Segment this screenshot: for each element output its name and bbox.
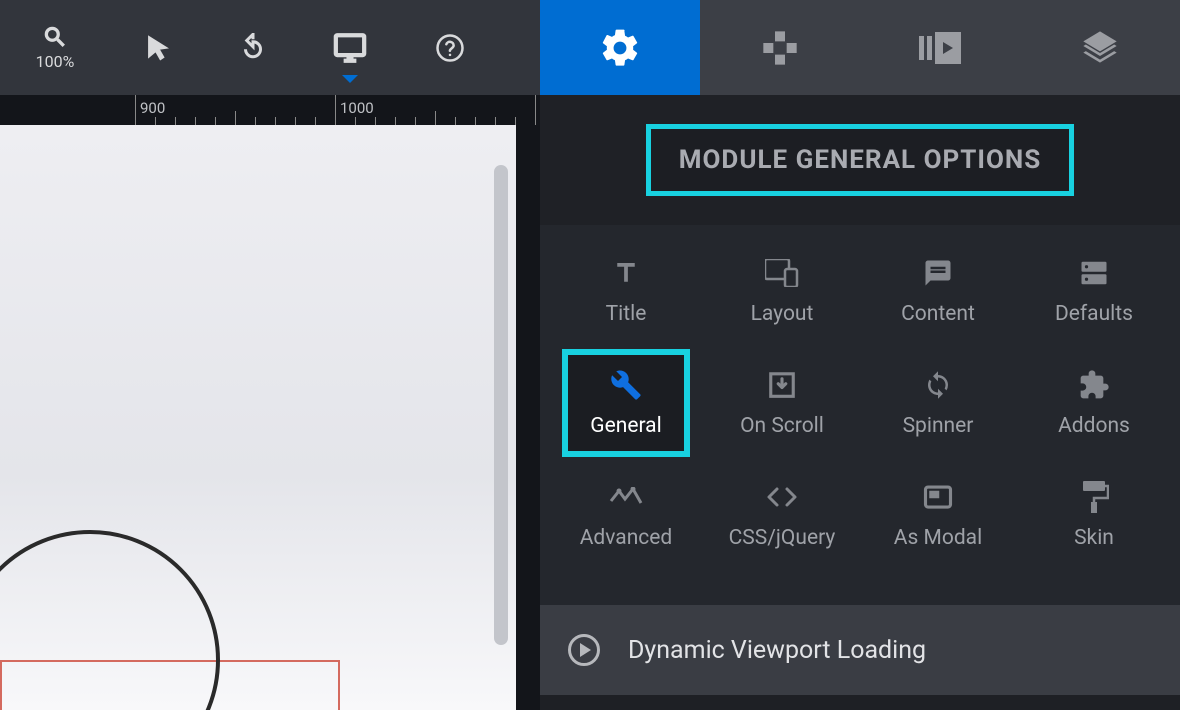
panel-bottom-spacer xyxy=(540,695,1180,710)
canvas-viewport[interactable] xyxy=(0,125,516,710)
zoom-level-label: 100% xyxy=(36,52,75,71)
chevron-down-icon xyxy=(342,75,358,83)
ruler-tick-minor xyxy=(475,117,476,125)
server-icon xyxy=(1079,256,1109,290)
timeline-icon xyxy=(609,480,643,514)
option-label: Defaults xyxy=(1055,302,1133,326)
section-dynamic-viewport-loading[interactable]: Dynamic Viewport Loading xyxy=(540,605,1180,695)
ruler-tick-major xyxy=(335,95,336,125)
ruler-tick-major xyxy=(535,95,536,125)
magnifier-icon xyxy=(42,24,68,50)
wrench-icon xyxy=(610,368,642,402)
chat-icon xyxy=(923,256,953,290)
tab-layers[interactable] xyxy=(1020,0,1180,95)
option-layout[interactable]: Layout xyxy=(704,235,860,347)
panel-title-box: MODULE GENERAL OPTIONS xyxy=(646,124,1075,196)
devices-icon xyxy=(765,256,799,290)
viewport-tool[interactable] xyxy=(300,0,400,95)
top-toolbar: 100% xyxy=(0,0,1180,95)
ruler-tick-minor xyxy=(295,117,296,125)
ruler-label: 1000 xyxy=(340,99,374,117)
ruler-tick-minor xyxy=(415,117,416,125)
panel-header-wrap: MODULE GENERAL OPTIONS xyxy=(540,95,1180,225)
selection-highlight xyxy=(562,349,690,457)
ruler-tick-minor xyxy=(355,117,356,125)
option-advanced[interactable]: Advanced xyxy=(548,459,704,571)
ruler-tick-minor xyxy=(395,117,396,125)
panel-title: MODULE GENERAL OPTIONS xyxy=(679,145,1042,175)
main-area: 900 1000 xyxy=(0,95,1180,710)
sync-icon xyxy=(923,368,953,402)
option-title[interactable]: Title xyxy=(548,235,704,347)
tab-navigation[interactable] xyxy=(700,0,860,95)
option-defaults[interactable]: Defaults xyxy=(1016,235,1172,347)
option-label: Title xyxy=(606,302,647,326)
title-icon xyxy=(611,256,641,290)
toolbar-right-tabs xyxy=(540,0,1180,95)
option-label: Spinner xyxy=(903,414,974,438)
option-label: Content xyxy=(901,302,975,326)
carousel-icon xyxy=(919,32,961,64)
play-circle-icon xyxy=(568,634,600,666)
ruler-tick-minor xyxy=(155,117,156,125)
dpad-icon xyxy=(760,28,800,68)
desktop-icon xyxy=(333,31,367,65)
ruler-tick-major xyxy=(135,95,136,125)
section-label: Dynamic Viewport Loading xyxy=(628,636,926,665)
option-asmodal[interactable]: As Modal xyxy=(860,459,1016,571)
horizontal-ruler: 900 1000 xyxy=(0,95,540,125)
option-label: Advanced xyxy=(580,526,673,550)
option-label: Layout xyxy=(751,302,814,326)
code-icon xyxy=(765,480,799,514)
zoom-tool[interactable]: 100% xyxy=(0,0,110,95)
undo-tool[interactable] xyxy=(205,0,300,95)
ruler-tick-minor xyxy=(255,117,256,125)
option-label: On Scroll xyxy=(740,414,824,438)
ruler-tick-minor xyxy=(375,117,376,125)
download-icon xyxy=(767,368,797,402)
ruler-tick-minor xyxy=(195,117,196,125)
option-label: General xyxy=(590,414,661,438)
ruler-tick-minor xyxy=(175,117,176,125)
option-label: As Modal xyxy=(894,526,982,550)
tab-slides[interactable] xyxy=(860,0,1020,95)
undo-icon xyxy=(238,33,268,63)
ruler-tick-minor xyxy=(215,117,216,125)
gear-icon xyxy=(598,26,642,70)
canvas-shape xyxy=(0,530,220,710)
tab-settings[interactable] xyxy=(540,0,700,95)
canvas-area: 900 1000 xyxy=(0,95,540,710)
option-cssjquery[interactable]: CSS/jQuery xyxy=(704,459,860,571)
options-grid: Title Layout Content Defaults General xyxy=(540,225,1180,605)
option-onscroll[interactable]: On Scroll xyxy=(704,347,860,459)
option-skin[interactable]: Skin xyxy=(1016,459,1172,571)
right-panel: MODULE GENERAL OPTIONS Title Layout Cont… xyxy=(540,95,1180,710)
ruler-tick-mid xyxy=(435,111,436,125)
modal-icon xyxy=(923,480,953,514)
ruler-tick-minor xyxy=(515,117,516,125)
help-tool[interactable] xyxy=(400,0,500,95)
paint-roller-icon xyxy=(1079,480,1109,514)
vertical-scrollbar[interactable] xyxy=(494,165,508,645)
option-spinner[interactable]: Spinner xyxy=(860,347,1016,459)
option-general[interactable]: General xyxy=(548,347,704,459)
ruler-tick-minor xyxy=(495,117,496,125)
ruler-tick-minor xyxy=(455,117,456,125)
option-label: Addons xyxy=(1058,414,1130,438)
puzzle-icon xyxy=(1078,368,1110,402)
ruler-label: 900 xyxy=(140,99,165,117)
toolbar-left-tools: 100% xyxy=(0,0,540,95)
cursor-icon xyxy=(144,34,172,62)
option-label: CSS/jQuery xyxy=(729,526,836,550)
option-content[interactable]: Content xyxy=(860,235,1016,347)
option-label: Skin xyxy=(1074,526,1114,550)
ruler-tick-minor xyxy=(315,117,316,125)
select-tool[interactable] xyxy=(110,0,205,95)
help-icon xyxy=(435,33,465,63)
option-addons[interactable]: Addons xyxy=(1016,347,1172,459)
layers-icon xyxy=(1080,28,1120,68)
ruler-tick-mid xyxy=(235,111,236,125)
ruler-tick-minor xyxy=(275,117,276,125)
